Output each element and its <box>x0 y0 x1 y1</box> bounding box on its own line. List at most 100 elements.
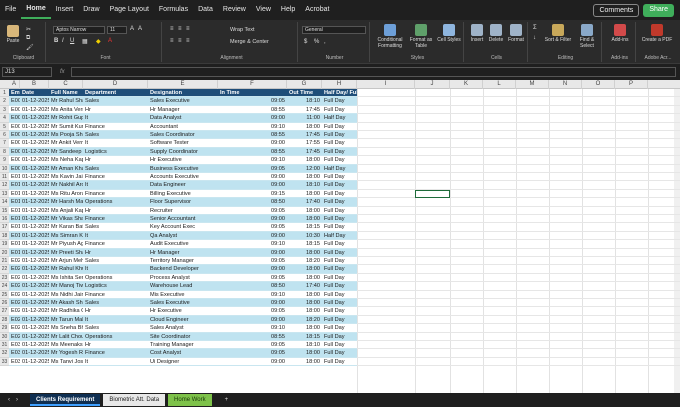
table-cell[interactable]: 18:00 <box>287 248 322 257</box>
table-cell[interactable]: 08:55 <box>218 332 287 341</box>
table-cell[interactable]: 17:40 <box>287 282 322 291</box>
table-cell[interactable]: Hr <box>83 341 148 350</box>
table-cell[interactable]: Full Day <box>322 315 357 325</box>
table-cell[interactable]: Full Day <box>322 282 357 291</box>
align-right-icon[interactable]: ≡ <box>186 38 190 44</box>
cell-styles-button[interactable]: Cell Styles <box>436 24 462 43</box>
column-header-f[interactable]: F <box>218 80 287 89</box>
table-cell[interactable]: 09:00 <box>218 231 287 241</box>
table-cell[interactable]: Finance <box>83 215 148 224</box>
table-cell[interactable]: 18:00 <box>287 190 322 199</box>
align-middle-icon[interactable]: ≡ <box>178 26 182 32</box>
table-cell[interactable]: E014 <box>9 207 20 215</box>
table-cell[interactable]: 09:05 <box>218 341 287 350</box>
row-header[interactable]: 19 <box>0 240 9 249</box>
column-header-k[interactable]: K <box>450 80 483 89</box>
row-header[interactable]: 9 <box>0 156 9 165</box>
table-cell[interactable]: Finance <box>83 190 148 199</box>
table-cell[interactable]: 01-12-2025 <box>20 231 49 241</box>
table-cell[interactable]: 01-12-2025 <box>20 299 49 308</box>
table-cell[interactable]: Finance <box>83 291 148 299</box>
table-cell[interactable]: Full Day <box>322 358 357 367</box>
share-button[interactable]: Share <box>643 3 674 17</box>
row-header[interactable]: 17 <box>0 223 9 232</box>
table-cell[interactable]: 18:00 <box>287 123 322 131</box>
table-header-cell[interactable]: Out Time <box>287 89 322 98</box>
table-cell[interactable]: Ui Designer <box>148 358 218 367</box>
italic-icon[interactable]: I <box>62 38 64 44</box>
table-cell[interactable]: Mr Aman Khanna <box>49 164 83 173</box>
table-cell[interactable]: 09:10 <box>218 240 287 249</box>
table-cell[interactable]: E028 <box>9 324 20 333</box>
table-cell[interactable]: 18:00 <box>287 156 322 165</box>
table-cell[interactable]: Full Day <box>322 332 357 341</box>
row-header[interactable]: 14 <box>0 198 9 207</box>
table-cell[interactable]: Mr Preeti Sharma <box>49 248 83 257</box>
table-cell[interactable]: Mr Manoj Tiwari <box>49 282 83 291</box>
table-cell[interactable]: Finance <box>83 173 148 182</box>
table-cell[interactable]: 09:05 <box>218 97 287 106</box>
table-cell[interactable]: Ms Simran Kaur <box>49 231 83 241</box>
table-cell[interactable]: 01-12-2025 <box>20 291 49 299</box>
table-cell[interactable]: Ms Neha Kapoor <box>49 156 83 165</box>
table-cell[interactable]: Full Day <box>322 123 357 131</box>
table-cell[interactable]: Full Day <box>322 156 357 165</box>
table-cell[interactable]: Full Day <box>322 181 357 190</box>
format-as-table-button[interactable]: Format as Table <box>408 24 434 49</box>
table-cell[interactable]: E013 <box>9 198 20 207</box>
menu-tab-data[interactable]: Data <box>193 0 218 20</box>
table-cell[interactable]: 01-12-2025 <box>20 131 49 140</box>
table-cell[interactable]: Ms Meenakshi Saxena <box>49 341 83 350</box>
table-cell[interactable]: Logistics <box>83 282 148 291</box>
fill-icon[interactable]: ↓ <box>533 35 536 41</box>
table-cell[interactable]: Mr Yogesh Rana <box>49 349 83 358</box>
table-cell[interactable]: It <box>83 231 148 241</box>
table-cell[interactable]: Accounts Executive <box>148 173 218 182</box>
table-cell[interactable]: Half Day <box>322 114 357 123</box>
row-header[interactable]: 18 <box>0 231 9 241</box>
table-cell[interactable]: 01-12-2025 <box>20 265 49 274</box>
table-cell[interactable]: Mr Tarun Malhotra <box>49 315 83 325</box>
vertical-scrollbar[interactable] <box>674 89 680 393</box>
menu-tab-home[interactable]: Home <box>21 1 51 19</box>
table-cell[interactable]: Half Day <box>322 231 357 241</box>
table-cell[interactable]: 18:00 <box>287 274 322 283</box>
table-cell[interactable]: Operations <box>83 274 148 283</box>
table-cell[interactable]: Site Coordinator <box>148 332 218 341</box>
table-cell[interactable]: Sales <box>83 257 148 266</box>
table-cell[interactable]: Mr Harsh Malhotra <box>49 198 83 207</box>
table-cell[interactable]: Ms Nidhi Jain <box>49 291 83 299</box>
table-cell[interactable]: 18:00 <box>287 291 322 299</box>
table-header-cell[interactable]: Half Day/ Full Day <box>322 89 357 98</box>
row-header[interactable]: 7 <box>0 139 9 148</box>
table-cell[interactable]: E005 <box>9 131 20 140</box>
row-header[interactable]: 30 <box>0 332 9 341</box>
row-header[interactable]: 11 <box>0 173 9 182</box>
table-cell[interactable]: Full Day <box>322 257 357 266</box>
table-cell[interactable]: E020 <box>9 257 20 266</box>
table-cell[interactable]: E025 <box>9 299 20 308</box>
row-header[interactable]: 4 <box>0 114 9 123</box>
table-cell[interactable]: Full Day <box>322 97 357 106</box>
table-cell[interactable]: 09:00 <box>218 139 287 148</box>
table-cell[interactable]: Full Day <box>322 299 357 308</box>
format-cells-button[interactable]: Format <box>506 24 526 43</box>
table-cell[interactable]: Ms Anita Verma <box>49 106 83 115</box>
table-cell[interactable]: Mr Karan Batra <box>49 223 83 232</box>
table-cell[interactable]: Software Tester <box>148 139 218 148</box>
table-cell[interactable]: 09:05 <box>218 257 287 266</box>
row-header[interactable]: 13 <box>0 189 9 199</box>
table-cell[interactable]: 01-12-2025 <box>20 223 49 232</box>
table-cell[interactable]: E027 <box>9 315 20 325</box>
font-name-select[interactable]: Aptos Narrow <box>53 26 105 34</box>
table-cell[interactable]: 01-12-2025 <box>20 257 49 266</box>
table-cell[interactable]: Sales Analyst <box>148 324 218 333</box>
table-cell[interactable]: 01-12-2025 <box>20 358 49 367</box>
row-header[interactable]: 31 <box>0 341 9 350</box>
table-cell[interactable]: 18:10 <box>287 181 322 190</box>
table-cell[interactable]: 18:00 <box>287 173 322 182</box>
row-header[interactable]: 12 <box>0 181 9 190</box>
table-cell[interactable]: Ms Tanvi Joshi <box>49 358 83 367</box>
table-cell[interactable]: E004 <box>9 123 20 131</box>
table-cell[interactable]: Operations <box>83 198 148 207</box>
